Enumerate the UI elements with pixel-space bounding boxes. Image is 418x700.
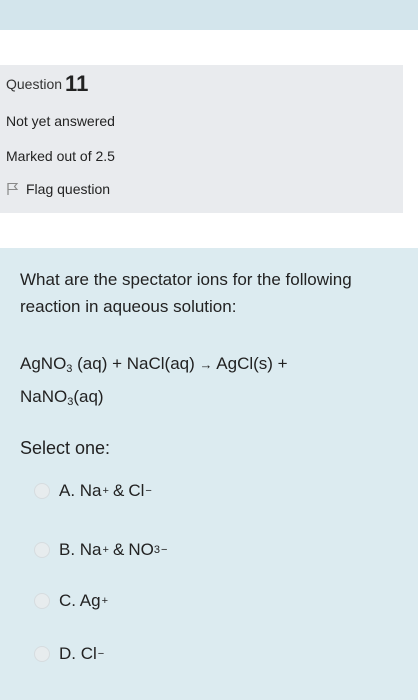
option-c[interactable]: C. Ag + [34,587,108,615]
question-number-value: 11 [65,71,89,96]
question-number: Question 11 [6,71,88,97]
question-content-panel: What are the spectator ions for the foll… [0,248,418,700]
answer-status: Not yet answered [6,113,115,129]
flag-icon [7,182,19,195]
question-label: Question [6,76,63,92]
arrow-icon: → [199,357,213,372]
reaction-line-2: NaNO3(aq) [20,387,104,408]
reaction-equation: AgNO3 (aq) + NaCl(aq) → AgCl(s) + NaNO3(… [20,350,405,416]
option-a-radio[interactable] [34,483,50,499]
option-c-radio[interactable] [34,593,50,609]
option-a[interactable]: A. Na + & Cl − [34,477,152,505]
flag-question-link[interactable]: Flag question [6,181,110,197]
marks-info: Marked out of 2.5 [6,148,115,164]
reaction-line-1: AgNO3 (aq) + NaCl(aq) → AgCl(s) + [20,354,288,375]
option-d[interactable]: D. Cl − [34,640,104,668]
question-text: What are the spectator ions for the foll… [20,270,352,316]
option-b[interactable]: B. Na + & NO 3− [34,536,167,564]
flag-question-label: Flag question [26,181,111,197]
select-one-label: Select one: [20,438,111,458]
option-d-radio[interactable] [34,646,50,662]
option-b-radio[interactable] [34,542,50,558]
top-band [0,0,418,30]
